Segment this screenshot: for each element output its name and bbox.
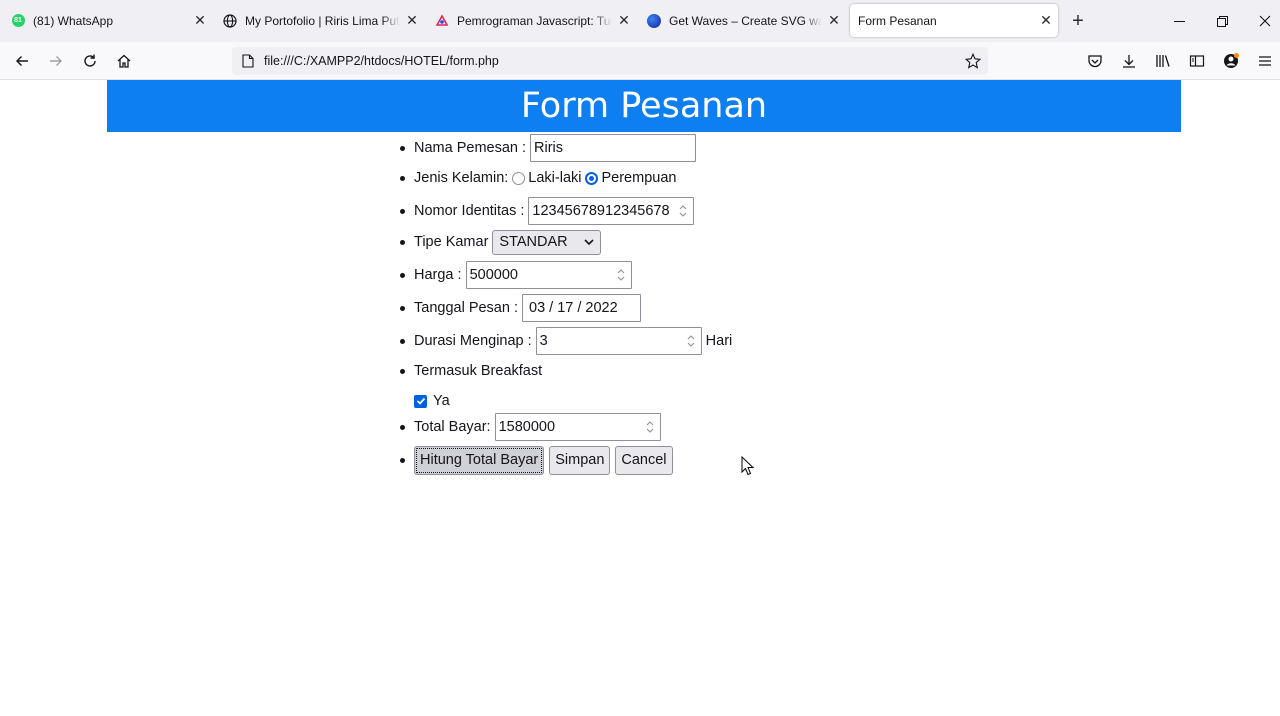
identitas-label: Nomor Identitas : (414, 203, 525, 219)
spinner-icon[interactable] (687, 333, 695, 349)
list-item-durasi: Durasi Menginap : 3 Hari (400, 326, 732, 356)
list-item-breakfast: Termasuk Breakfast (400, 356, 542, 386)
radio-perempuan[interactable] (585, 171, 599, 185)
list-item-kelamin: Jenis Kelamin: Laki-laki Perempuan (400, 163, 676, 193)
breakfast-label: Termasuk Breakfast (414, 363, 543, 379)
total-input[interactable]: 1580000 (494, 413, 661, 441)
list-item-buttons: Hitung Total Bayar Simpan Cancel (400, 445, 678, 475)
durasi-input[interactable]: 3 (535, 327, 702, 355)
checkmark-icon (416, 397, 425, 405)
nama-input[interactable]: Riris (530, 134, 697, 162)
identitas-value: 12345678912345678 (532, 203, 670, 219)
tipe-kamar-select[interactable]: STANDAR (492, 229, 602, 255)
tipe-kamar-label: Tipe Kamar (414, 234, 489, 250)
spinner-icon[interactable] (679, 203, 688, 219)
order-form: Nama Pemesan : Riris Jenis Kelamin: Laki… (0, 0, 1280, 716)
chevron-down-icon (584, 238, 594, 246)
spinner-icon[interactable] (617, 267, 625, 283)
kelamin-label: Jenis Kelamin: (414, 170, 509, 186)
list-item-nama: Nama Pemesan : Riris (400, 133, 697, 163)
durasi-label: Durasi Menginap : (414, 333, 532, 349)
durasi-unit: Hari (705, 333, 733, 349)
tanggal-input[interactable]: 03 / 17 / 2022 (522, 294, 641, 322)
simpan-button[interactable]: Simpan (549, 445, 611, 475)
durasi-value: 3 (539, 333, 548, 349)
radio-laki-laki[interactable] (512, 171, 526, 185)
cancel-button[interactable]: Cancel (615, 445, 673, 475)
tipe-kamar-value: STANDAR (499, 234, 568, 250)
total-value: 1580000 (498, 419, 556, 435)
mouse-cursor-icon (741, 456, 755, 476)
identitas-input[interactable]: 12345678912345678 (528, 197, 695, 225)
list-item-harga: Harga : 500000 (400, 260, 632, 290)
list-item-identitas: Nomor Identitas : 12345678912345678 (400, 196, 695, 226)
radio-laki-laki-label[interactable]: Laki-laki (528, 170, 581, 186)
breakfast-checkbox-label[interactable]: Ya (433, 393, 450, 409)
harga-value: 500000 (469, 267, 518, 283)
spinner-icon[interactable] (646, 419, 654, 435)
tanggal-label: Tanggal Pesan : (414, 300, 518, 316)
harga-label: Harga : (414, 267, 462, 283)
nama-label: Nama Pemesan : (414, 140, 527, 156)
harga-input[interactable]: 500000 (465, 261, 632, 289)
list-item-tanggal: Tanggal Pesan : 03 / 17 / 2022 (400, 293, 641, 323)
list-item-total: Total Bayar: 1580000 (400, 412, 661, 442)
breakfast-checkbox[interactable] (414, 394, 427, 408)
radio-perempuan-label[interactable]: Perempuan (601, 170, 676, 186)
hitung-total-button[interactable]: Hitung Total Bayar (414, 445, 545, 475)
list-item-tipe-kamar: Tipe Kamar STANDAR (400, 227, 602, 257)
total-label: Total Bayar: (414, 419, 491, 435)
